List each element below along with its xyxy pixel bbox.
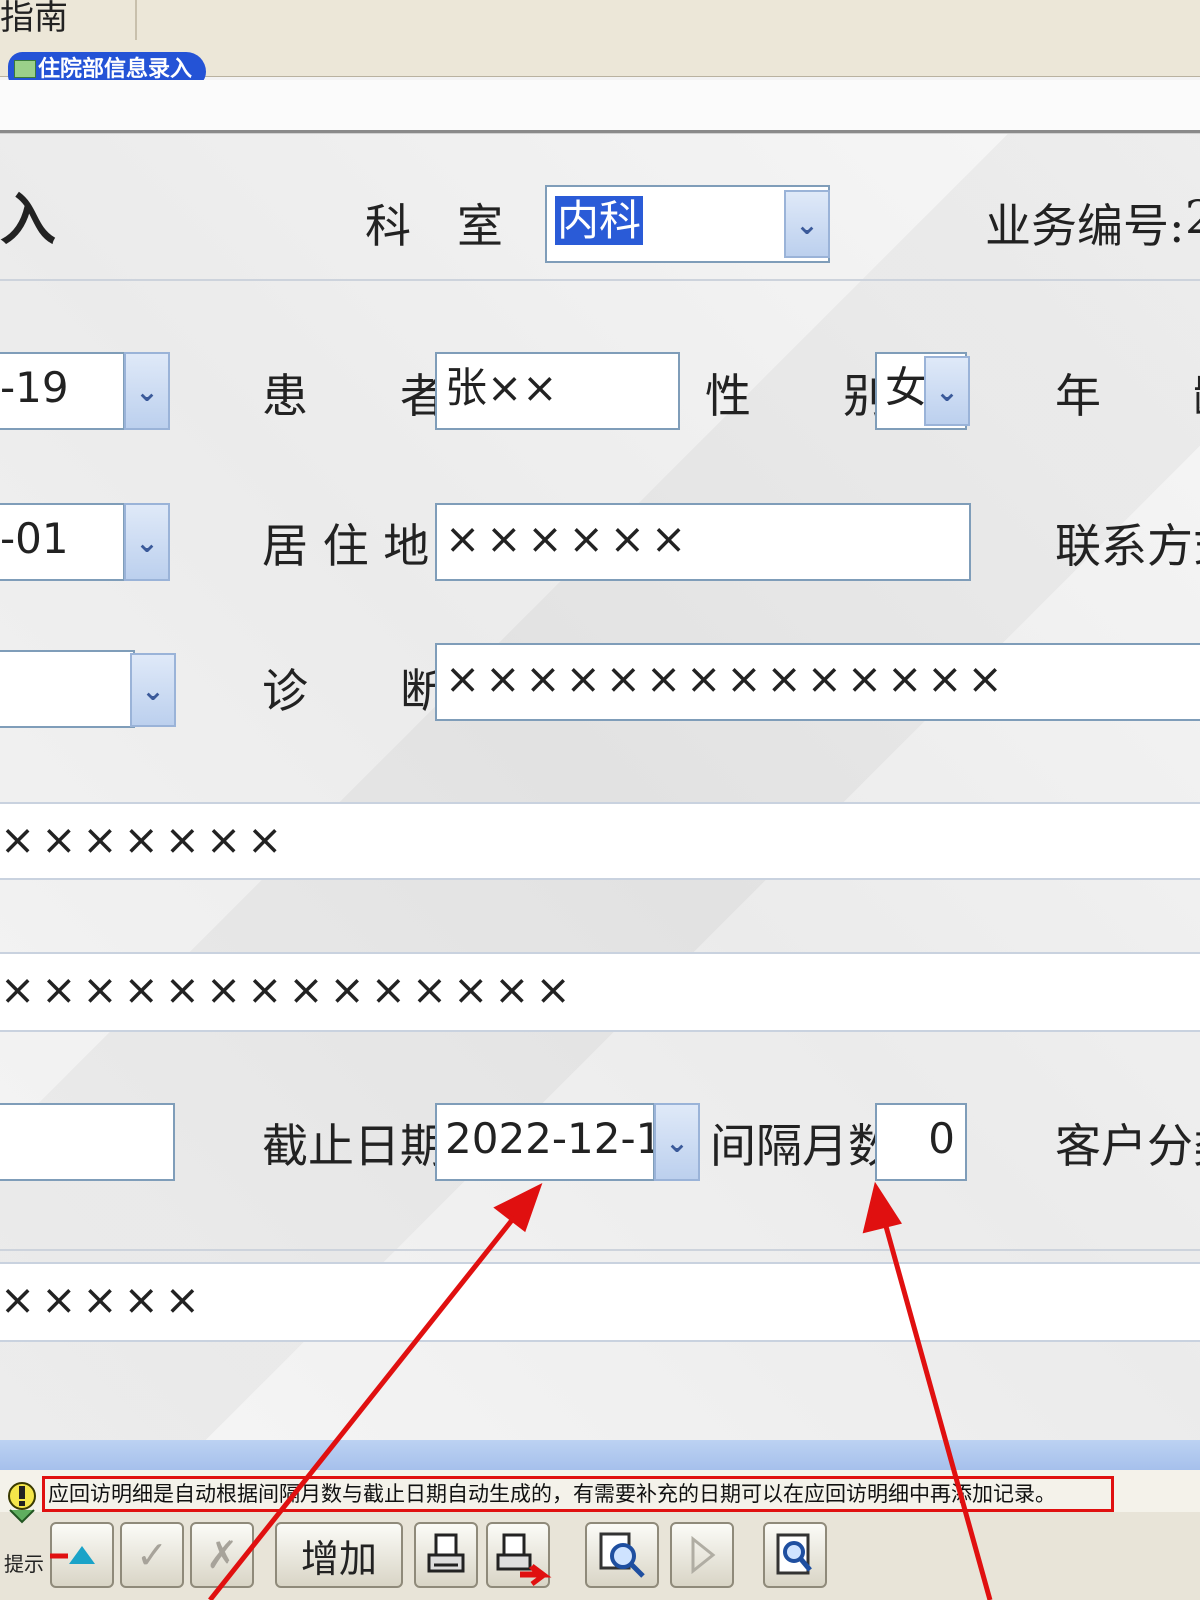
chevron-down-icon: ⌄	[665, 1125, 689, 1159]
patient-input[interactable]: 张××	[435, 352, 680, 430]
gender-dropdown-button[interactable]: ⌄	[924, 356, 970, 426]
contact-label: 联系方式	[1055, 519, 1200, 573]
field-left[interactable]	[0, 1103, 175, 1181]
age-label: 年 龄	[1055, 369, 1200, 423]
search-button[interactable]	[585, 1522, 659, 1588]
chevron-down-icon: ⌄	[141, 673, 165, 707]
chevron-down-icon: ⌄	[135, 525, 159, 559]
deadline-dropdown-button[interactable]: ⌄	[654, 1103, 700, 1181]
annotation-box	[42, 1476, 1114, 1512]
patient-label: 患 者	[262, 369, 446, 423]
form-panel	[0, 133, 1200, 1454]
select-3-dropdown-button[interactable]: ⌄	[130, 653, 176, 727]
diagnosis-label: 诊 断	[262, 664, 446, 718]
menu-item-guide[interactable]: 指南	[0, 0, 137, 40]
interval-months-input[interactable]: 0	[875, 1103, 967, 1181]
checkmark-icon: ✓	[136, 1533, 168, 1577]
department-label: 科 室	[365, 199, 503, 253]
gender-label: 性 别	[705, 369, 889, 423]
customer-class-label: 客户分类	[1055, 1119, 1200, 1173]
tab-bar: 住院部信息录入	[0, 46, 1200, 88]
chevron-down-icon: ⌄	[935, 374, 959, 408]
select-field-3[interactable]	[0, 650, 135, 728]
diagnosis-input[interactable]: ××××××××××××××	[435, 643, 1200, 721]
date-2-dropdown-button[interactable]: ⌄	[124, 503, 170, 581]
chevron-down-icon: ⌄	[795, 207, 819, 241]
triangle-up-icon	[69, 1546, 95, 1564]
add-button[interactable]: 增加	[275, 1522, 403, 1588]
residence-input[interactable]: ××××××	[435, 503, 971, 581]
text-row-b[interactable]: ××××××××××××××	[0, 952, 1200, 1032]
play-icon	[691, 1535, 716, 1575]
interval-label: 间隔月数	[710, 1119, 894, 1173]
divider	[0, 279, 1200, 281]
business-no-label: 业务编号:	[985, 199, 1185, 253]
toolbar-strip	[0, 80, 1200, 133]
printer-icon	[427, 1533, 465, 1573]
envelope-icon	[14, 60, 36, 78]
deadline-date-input[interactable]: 2022-12-19	[435, 1103, 655, 1181]
x-icon: ✗	[206, 1533, 238, 1577]
chevron-down-icon: ⌄	[135, 374, 159, 408]
divider	[0, 1249, 1200, 1251]
find-button[interactable]	[763, 1522, 827, 1588]
cancel-button[interactable]: ✗	[190, 1522, 254, 1588]
print-button[interactable]	[414, 1522, 478, 1588]
document-search-icon	[776, 1533, 812, 1575]
residence-label: 居 住 地	[262, 519, 430, 573]
hint-label: 提示	[4, 1552, 44, 1576]
move-up-button[interactable]	[50, 1522, 114, 1588]
date-field-2[interactable]: -01	[0, 503, 125, 581]
text-row-c[interactable]: ×××××	[0, 1262, 1200, 1342]
printer-arrow-icon	[496, 1533, 540, 1577]
lightbulb-icon	[8, 1482, 36, 1524]
magnifier-icon	[599, 1532, 645, 1578]
date-field-1[interactable]: -19	[0, 352, 125, 430]
business-no-value: 2	[1185, 190, 1200, 244]
department-dropdown-button[interactable]: ⌄	[784, 190, 830, 258]
date-1-dropdown-button[interactable]: ⌄	[124, 352, 170, 430]
print-preview-button[interactable]	[486, 1522, 550, 1588]
department-value: 内科	[555, 196, 644, 245]
confirm-button[interactable]: ✓	[120, 1522, 184, 1588]
tab-label: 住院部信息录入	[38, 57, 193, 82]
text-row-a[interactable]: ×××××××	[0, 802, 1200, 880]
form-title: 入	[0, 187, 56, 253]
horizontal-scrollbar[interactable]	[0, 1440, 1200, 1470]
next-button[interactable]	[670, 1522, 734, 1588]
deadline-label: 截止日期	[262, 1119, 446, 1173]
